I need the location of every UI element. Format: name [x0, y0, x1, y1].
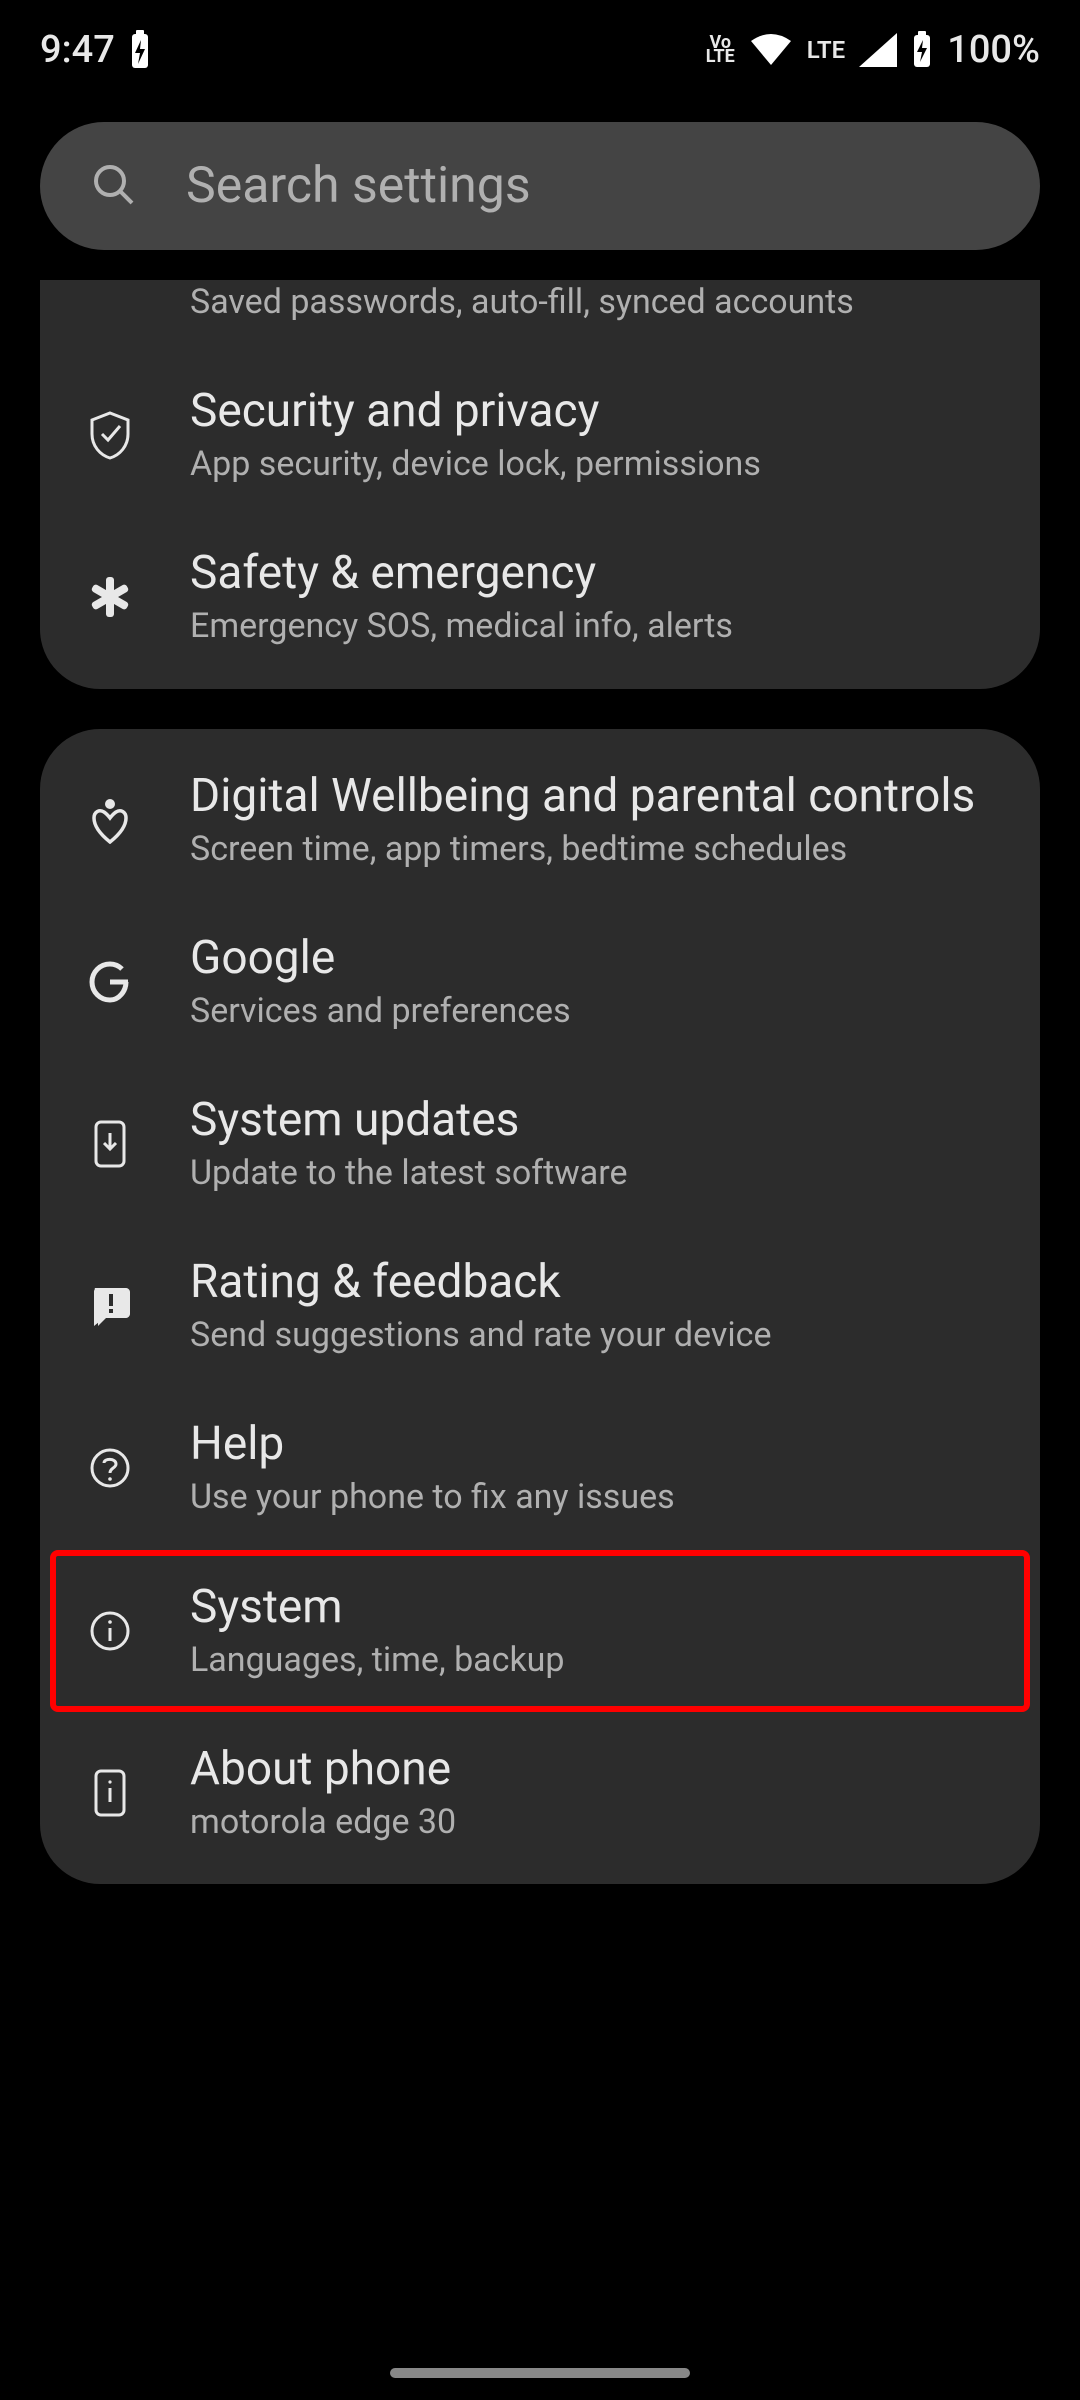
google-icon	[80, 960, 140, 1004]
search-settings[interactable]: Search settings	[40, 122, 1040, 250]
info-icon	[80, 1609, 140, 1653]
signal-icon	[859, 33, 897, 67]
gesture-nav-handle[interactable]	[390, 2368, 690, 2378]
settings-row-digital-wellbeing[interactable]: Digital Wellbeing and parental controls …	[40, 739, 1040, 901]
volte-icon: Vo LTE	[706, 36, 735, 65]
network-label: LTE	[807, 36, 845, 64]
settings-row-subtitle: Update to the latest software	[190, 1151, 628, 1195]
settings-group: Digital Wellbeing and parental controls …	[40, 729, 1040, 1884]
phone-info-icon	[80, 1768, 140, 1818]
help-icon	[80, 1446, 140, 1490]
wifi-icon	[749, 33, 793, 67]
settings-row-subtitle: motorola edge 30	[190, 1800, 456, 1844]
settings-row-title: System	[190, 1580, 565, 1634]
shield-check-icon	[80, 410, 140, 460]
battery-percent: 100%	[947, 28, 1040, 72]
settings-row-subtitle: Use your phone to fix any issues	[190, 1475, 675, 1519]
phone-download-icon	[80, 1119, 140, 1169]
settings-row-system[interactable]: System Languages, time, backup	[50, 1550, 1030, 1712]
settings-row-subtitle: Languages, time, backup	[190, 1638, 565, 1682]
settings-row-safety-emergency[interactable]: Safety & emergency Emergency SOS, medica…	[40, 516, 1040, 678]
settings-row-title: Help	[190, 1417, 675, 1471]
wellbeing-icon	[80, 796, 140, 844]
battery-charging-icon	[129, 30, 151, 70]
settings-row-help[interactable]: Help Use your phone to fix any issues	[40, 1387, 1040, 1549]
settings-row-title: About phone	[190, 1742, 456, 1796]
settings-row-subtitle: Send suggestions and rate your device	[190, 1313, 772, 1357]
search-icon	[90, 161, 136, 211]
settings-group: Saved passwords, auto-fill, synced accou…	[40, 280, 1040, 689]
settings-row-subtitle: App security, device lock, permissions	[190, 442, 761, 486]
settings-row-subtitle: Services and preferences	[190, 989, 571, 1033]
settings-row-security-privacy[interactable]: Security and privacy App security, devic…	[40, 354, 1040, 516]
settings-row-rating-feedback[interactable]: Rating & feedback Send suggestions and r…	[40, 1225, 1040, 1387]
settings-row-passwords[interactable]: Saved passwords, auto-fill, synced accou…	[40, 280, 1040, 354]
settings-list: Saved passwords, auto-fill, synced accou…	[0, 280, 1080, 1884]
settings-row-subtitle: Saved passwords, auto-fill, synced accou…	[190, 280, 854, 324]
settings-row-google[interactable]: Google Services and preferences	[40, 901, 1040, 1063]
search-placeholder: Search settings	[186, 157, 531, 215]
feedback-icon	[80, 1284, 140, 1328]
settings-row-title: Security and privacy	[190, 384, 761, 438]
settings-row-subtitle: Screen time, app timers, bedtime schedul…	[190, 827, 975, 871]
settings-row-title: Digital Wellbeing and parental controls	[190, 769, 975, 823]
asterisk-icon	[80, 575, 140, 619]
settings-row-title: Safety & emergency	[190, 546, 733, 600]
settings-row-title: System updates	[190, 1093, 628, 1147]
settings-row-about-phone[interactable]: About phone motorola edge 30	[40, 1712, 1040, 1874]
settings-row-system-updates[interactable]: System updates Update to the latest soft…	[40, 1063, 1040, 1225]
battery-icon	[911, 31, 933, 69]
settings-row-title: Google	[190, 931, 571, 985]
settings-row-subtitle: Emergency SOS, medical info, alerts	[190, 604, 733, 648]
settings-row-title: Rating & feedback	[190, 1255, 772, 1309]
status-time: 9:47	[40, 28, 115, 72]
statusbar: 9:47 Vo LTE LTE 100%	[0, 0, 1080, 82]
